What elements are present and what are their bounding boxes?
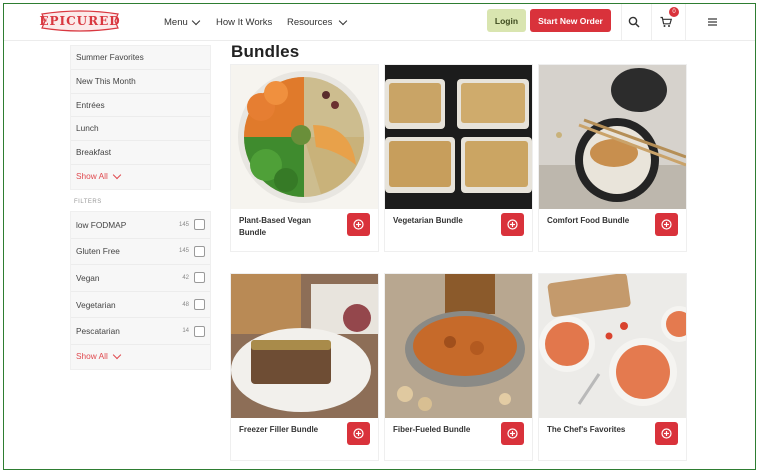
add-to-cart-button[interactable] [501,213,524,236]
filter-count: 42 [182,274,189,281]
filter-checkbox[interactable] [194,219,205,231]
bundle-card[interactable]: Freezer Filler Bundle [231,274,378,460]
filter-label: Pescatarian [76,326,120,337]
nav-resources[interactable]: Resources [287,16,348,28]
bundle-card[interactable]: Fiber-Fueled Bundle [385,274,532,460]
nav-menu-label: Menu [164,16,188,28]
bundle-card[interactable]: Vegetarian Bundle [385,65,532,251]
category-item-entrees[interactable]: Entrées [71,94,210,118]
filter-label: Vegetarian [76,299,116,310]
bundle-image[interactable] [231,274,378,418]
filter-label: low FODMAP [76,219,127,230]
filter-label: Gluten Free [76,246,120,257]
bundle-card[interactable]: Comfort Food Bundle [539,65,686,251]
filters-heading: FILTERS [74,199,102,205]
bundle-image[interactable] [385,65,532,209]
epicured-logo[interactable]: EPICURED [39,10,121,32]
search-icon[interactable] [625,9,643,35]
category-list: Summer Favorites New This Month Entrées … [70,45,211,190]
bundle-name[interactable]: Comfort Food Bundle [547,215,647,227]
start-new-order-button[interactable]: Start New Order [530,9,611,32]
browser-frame: EPICURED Menu How It Works Resources Log… [3,3,756,470]
login-button[interactable]: Login [487,9,526,32]
filter-low-fodmap[interactable]: low FODMAP 145 [71,212,210,239]
nav-how-it-works-label: How It Works [216,16,273,28]
plus-circle-icon [353,428,364,439]
category-item-breakfast[interactable]: Breakfast [71,141,210,165]
filter-checkbox[interactable] [194,325,205,337]
plus-circle-icon [661,219,672,230]
filter-count: 145 [178,221,189,228]
filter-pescatarian[interactable]: Pescatarian 14 [71,318,210,345]
show-all-label: Show All [76,350,108,361]
bundle-image[interactable] [385,274,532,418]
nav-how-it-works[interactable]: How It Works [216,17,272,28]
filter-label: Vegan [76,272,100,283]
filter-count: 145 [178,248,189,255]
bundle-name[interactable]: Freezer Filler Bundle [239,424,339,436]
filters-show-all[interactable]: Show All [71,345,210,369]
filter-checkbox[interactable] [194,272,205,284]
categories-show-all[interactable]: Show All [71,165,210,189]
show-all-label: Show All [76,170,108,181]
chevron-down-icon [339,16,348,25]
plus-circle-icon [661,428,672,439]
filter-count: 48 [182,301,189,308]
nav-resources-label: Resources [287,16,333,28]
bundle-name[interactable]: Plant-Based Vegan Bundle [239,215,339,239]
filter-list: low FODMAP 145 Gluten Free 145 Vegan 42 … [70,211,211,370]
site-header: EPICURED Menu How It Works Resources Log… [4,4,755,41]
add-to-cart-button[interactable] [347,213,370,236]
chevron-down-icon [112,171,122,180]
logo-text: EPICURED [39,14,121,28]
add-to-cart-button[interactable] [655,213,678,236]
header-divider [651,4,652,40]
bundle-card[interactable]: The Chef's Favorites [539,274,686,460]
add-to-cart-button[interactable] [501,422,524,445]
chevron-down-icon [191,16,201,25]
nav-menu[interactable]: Menu [164,16,201,28]
filter-count: 14 [182,328,189,335]
filter-gluten-free[interactable]: Gluten Free 145 [71,239,210,266]
chevron-down-icon [112,351,122,360]
filter-vegan[interactable]: Vegan 42 [71,265,210,292]
bundle-name[interactable]: The Chef's Favorites [547,424,647,436]
page-title: Bundles [231,42,300,61]
header-divider [685,4,686,40]
cart-count-badge: 0 [669,7,679,17]
category-item-lunch[interactable]: Lunch [71,117,210,142]
filter-vegetarian[interactable]: Vegetarian 48 [71,292,210,319]
category-item-new-this-month[interactable]: New This Month [71,70,210,94]
bundle-image[interactable] [539,65,686,209]
plus-circle-icon [507,428,518,439]
bundle-image[interactable] [231,65,378,209]
hamburger-menu-icon[interactable] [704,9,720,35]
header-divider [621,4,622,40]
filter-checkbox[interactable] [194,299,205,311]
bundle-name[interactable]: Fiber-Fueled Bundle [393,424,493,436]
filter-checkbox[interactable] [194,245,205,257]
bundle-image[interactable] [539,274,686,418]
category-item-summer-favorites[interactable]: Summer Favorites [71,46,210,70]
add-to-cart-button[interactable] [347,422,370,445]
plus-circle-icon [353,219,364,230]
bundle-card[interactable]: Plant-Based Vegan Bundle [231,65,378,251]
plus-circle-icon [507,219,518,230]
add-to-cart-button[interactable] [655,422,678,445]
bundle-name[interactable]: Vegetarian Bundle [393,215,493,227]
